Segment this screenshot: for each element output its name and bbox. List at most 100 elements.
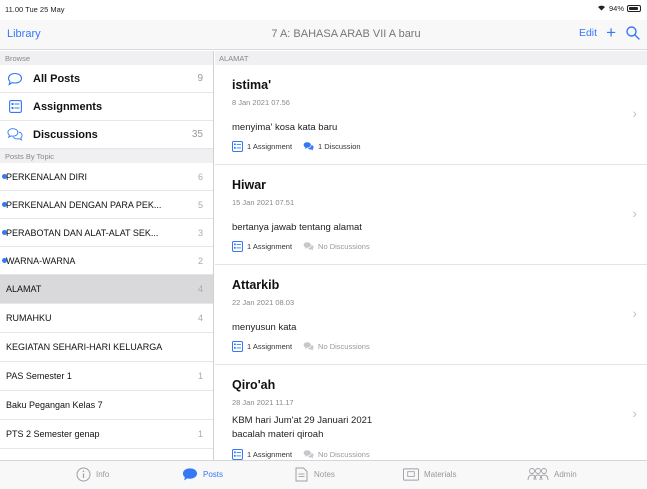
assignment-count: 1 Assignment bbox=[247, 450, 293, 459]
post-title: Attarkib bbox=[232, 278, 280, 292]
post-description: bertanya jawab tentang alamat bbox=[232, 222, 362, 233]
browse-assignments[interactable]: Assignments bbox=[0, 93, 213, 121]
topic-label: RUMAHKU bbox=[6, 313, 52, 323]
post-title: Hiwar bbox=[232, 178, 267, 192]
post-item[interactable]: Attarkib 22 Jan 2021 08.03 menyusun kata… bbox=[215, 265, 647, 365]
discussion-muted-icon bbox=[303, 341, 314, 352]
topic-label: PERKENALAN DIRI bbox=[6, 171, 88, 182]
discussion-muted-icon bbox=[303, 449, 314, 460]
topic-perkenalan-dengan-para-pek[interactable]: PERKENALAN DENGAN PARA PEK... 5 bbox=[0, 191, 213, 219]
admin-people-icon bbox=[527, 466, 549, 482]
browse-all-posts-count: 9 bbox=[197, 73, 203, 84]
browse-assignments-label: Assignments bbox=[33, 100, 103, 113]
post-meta: 1 Assignment No Discussions bbox=[232, 241, 370, 252]
topic-rumahku[interactable]: RUMAHKU 4 bbox=[0, 304, 213, 333]
browse-section-header: Browse bbox=[0, 51, 213, 65]
edit-button[interactable]: Edit bbox=[579, 27, 597, 39]
topic-alamat[interactable]: ALAMAT 4 bbox=[0, 275, 213, 304]
topic-count: 1 bbox=[197, 371, 203, 381]
post-title: Qiro'ah bbox=[232, 378, 276, 392]
post-meta: 1 Assignment 1 Discussion bbox=[232, 141, 361, 152]
topic-count: 4 bbox=[197, 284, 203, 294]
topic-label: PAS Semester 1 bbox=[6, 371, 72, 381]
tab-notes-label: Notes bbox=[314, 469, 335, 479]
chevron-right-icon: › bbox=[632, 405, 637, 421]
speech-bubble-icon bbox=[7, 71, 23, 87]
assignment-count: 1 Assignment bbox=[247, 242, 293, 251]
post-item[interactable]: istima' 8 Jan 2021 07.56 menyima' kosa k… bbox=[215, 65, 647, 165]
post-description: menyusun kata bbox=[232, 322, 297, 333]
post-description: KBM hari Jum'at 29 Januari 2021 bbox=[232, 415, 373, 426]
topic-label: ALAMAT bbox=[6, 284, 42, 294]
post-title: istima' bbox=[232, 78, 272, 92]
post-meta: 1 Assignment No Discussions bbox=[232, 341, 370, 352]
status-bar: 11.00 Tue 25 May 94% bbox=[0, 0, 647, 20]
browse-discussions-count: 35 bbox=[191, 129, 203, 140]
tab-info[interactable]: Info bbox=[75, 466, 109, 482]
topic-warna-warna[interactable]: WARNA-WARNA 2 bbox=[0, 247, 213, 275]
topic-kegiatan-sehari-hari[interactable]: KEGIATAN SEHARI-HARI KELUARGA bbox=[0, 333, 213, 362]
posts-list: ALAMAT istima' 8 Jan 2021 07.56 menyima'… bbox=[215, 51, 647, 460]
tab-posts-label: Posts bbox=[203, 469, 224, 479]
assignment-count: 1 Assignment bbox=[247, 142, 293, 151]
library-back-button[interactable]: Library bbox=[7, 28, 41, 40]
topic-header: ALAMAT bbox=[215, 51, 647, 65]
topic-label: PERABOTAN DAN ALAT-ALAT SEK... bbox=[6, 227, 159, 238]
post-date: 22 Jan 2021 08.03 bbox=[232, 298, 295, 307]
chevron-right-icon: › bbox=[632, 105, 637, 121]
topic-count: 1 bbox=[197, 429, 203, 439]
discussion-count: No Discussions bbox=[318, 242, 370, 251]
browse-discussions[interactable]: Discussions 35 bbox=[0, 121, 213, 149]
navigation-bar: Library 7 A: BAHASA ARAB VII A baru Edit… bbox=[0, 20, 647, 50]
info-icon bbox=[75, 466, 91, 482]
topic-count: 3 bbox=[197, 227, 203, 238]
post-date: 28 Jan 2021 11.17 bbox=[232, 398, 294, 407]
chevron-right-icon: › bbox=[632, 305, 637, 321]
battery-percent: 94% bbox=[608, 4, 624, 13]
materials-icon bbox=[403, 466, 419, 482]
discussion-count: 1 Discussion bbox=[318, 142, 361, 151]
tab-materials[interactable]: Materials bbox=[403, 466, 456, 482]
post-item[interactable]: Qiro'ah 28 Jan 2021 11.17 KBM hari Jum'a… bbox=[215, 365, 647, 460]
topic-pts-2-semester-genap[interactable]: PTS 2 Semester genap 1 bbox=[0, 420, 213, 449]
topic-label: KEGIATAN SEHARI-HARI KELUARGA bbox=[6, 342, 163, 352]
post-description-line2: bacalah materi qiroah bbox=[232, 429, 324, 440]
discussion-muted-icon bbox=[303, 241, 314, 252]
topic-perkenalan-diri[interactable]: PERKENALAN DIRI 6 bbox=[0, 163, 213, 191]
assignment-icon bbox=[232, 241, 243, 252]
add-button[interactable]: + bbox=[606, 24, 616, 41]
tab-info-label: Info bbox=[96, 469, 110, 479]
post-item[interactable]: Hiwar 15 Jan 2021 07.51 bertanya jawab t… bbox=[215, 165, 647, 265]
assignment-icon bbox=[7, 99, 23, 115]
browse-discussions-label: Discussions bbox=[33, 128, 98, 141]
chevron-right-icon: › bbox=[632, 205, 637, 221]
assignment-icon bbox=[232, 141, 243, 152]
topic-count: 2 bbox=[197, 255, 203, 266]
browse-all-posts[interactable]: All Posts 9 bbox=[0, 65, 213, 93]
post-description: menyima' kosa kata baru bbox=[232, 122, 338, 133]
notes-icon bbox=[293, 466, 309, 482]
topic-pas-semester-1[interactable]: PAS Semester 1 1 bbox=[0, 362, 213, 391]
post-meta: 1 Assignment No Discussions bbox=[232, 449, 370, 460]
tab-admin[interactable]: Admin bbox=[527, 466, 577, 482]
post-date: 8 Jan 2021 07.56 bbox=[232, 98, 290, 107]
assignment-icon bbox=[232, 449, 243, 460]
discussion-count: No Discussions bbox=[318, 450, 370, 459]
status-time: 11.00 Tue 25 May bbox=[5, 5, 65, 14]
status-right: 94% bbox=[597, 4, 641, 13]
topic-count: 6 bbox=[197, 171, 203, 182]
search-icon[interactable] bbox=[625, 25, 641, 41]
tab-materials-label: Materials bbox=[424, 469, 457, 479]
tab-posts[interactable]: Posts bbox=[182, 466, 223, 482]
tab-bar: Info Posts Notes Materials Admin bbox=[0, 460, 647, 489]
tab-notes[interactable]: Notes bbox=[293, 466, 335, 482]
page-title: 7 A: BAHASA ARAB VII A baru bbox=[271, 28, 421, 40]
topic-baku-pegangan[interactable]: Baku Pegangan Kelas 7 bbox=[0, 391, 213, 420]
topics-section-header: Posts By Topic bbox=[0, 149, 213, 163]
topic-label: Baku Pegangan Kelas 7 bbox=[6, 400, 103, 410]
discussion-active-icon bbox=[303, 141, 314, 152]
nav-actions: Edit + bbox=[579, 24, 641, 41]
battery-icon bbox=[627, 5, 641, 12]
wifi-icon bbox=[597, 4, 606, 13]
topic-perabotan[interactable]: PERABOTAN DAN ALAT-ALAT SEK... 3 bbox=[0, 219, 213, 247]
